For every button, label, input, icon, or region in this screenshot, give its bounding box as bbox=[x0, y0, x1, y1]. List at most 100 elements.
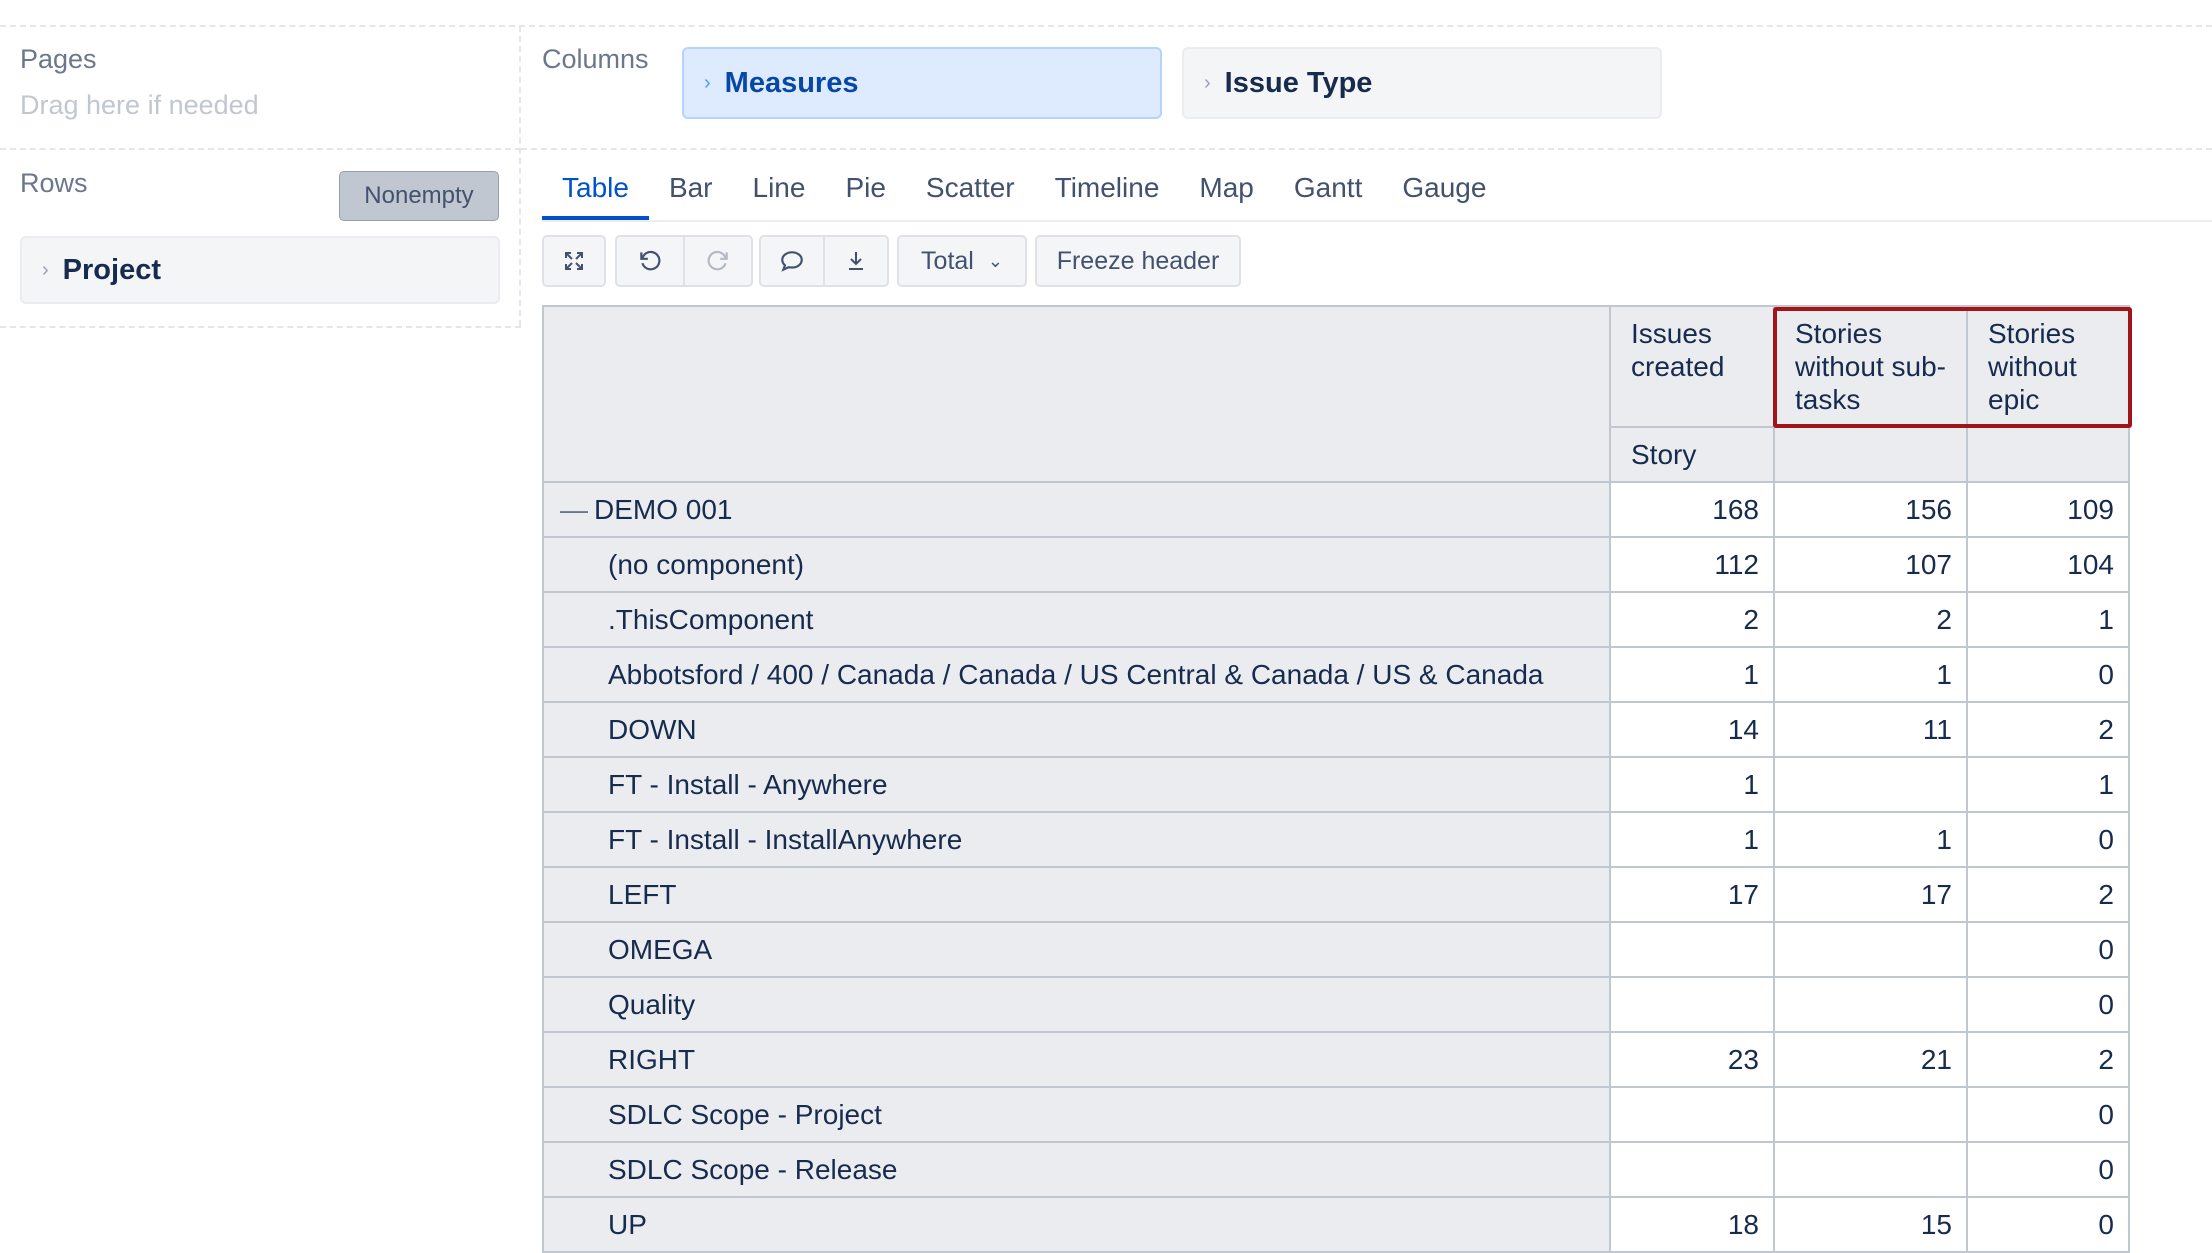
table-cell[interactable]: 2 bbox=[1609, 591, 1775, 648]
row-header[interactable]: .ThisComponent bbox=[542, 591, 1611, 648]
table-cell[interactable]: 2 bbox=[1966, 701, 2130, 758]
column-subheader bbox=[1966, 426, 2130, 483]
table-cell[interactable]: 1 bbox=[1966, 756, 2130, 813]
table-cell[interactable]: 2 bbox=[1966, 866, 2130, 923]
header-row: Issues created Stories without sub-tasks… bbox=[542, 305, 2130, 483]
table-cell[interactable]: 104 bbox=[1966, 536, 2130, 593]
table-cell[interactable]: 1 bbox=[1773, 811, 1968, 868]
undo-button[interactable] bbox=[615, 235, 685, 287]
table-cell[interactable]: 0 bbox=[1966, 1196, 2130, 1253]
tab-table[interactable]: Table bbox=[542, 172, 649, 220]
table-cell[interactable] bbox=[1773, 921, 1968, 978]
table-cell[interactable]: 0 bbox=[1966, 976, 2130, 1033]
redo-button[interactable] bbox=[683, 235, 753, 287]
pill-label: Issue Type bbox=[1224, 66, 1373, 99]
export-button[interactable] bbox=[823, 235, 889, 287]
tab-scatter[interactable]: Scatter bbox=[906, 172, 1035, 220]
row-header[interactable]: Abbotsford / 400 / Canada / Canada / US … bbox=[542, 646, 1611, 703]
collapse-icon[interactable]: — bbox=[560, 494, 588, 525]
nonempty-button[interactable]: Nonempty bbox=[339, 171, 499, 221]
table-cell[interactable]: 1 bbox=[1609, 811, 1775, 868]
tab-timeline[interactable]: Timeline bbox=[1035, 172, 1180, 220]
table-cell[interactable]: 112 bbox=[1609, 536, 1775, 593]
column-header[interactable]: Issues created bbox=[1609, 305, 1775, 428]
table-cell[interactable]: 18 bbox=[1609, 1196, 1775, 1253]
table-cell[interactable] bbox=[1773, 976, 1968, 1033]
table-corner bbox=[542, 305, 1611, 483]
table-cell[interactable] bbox=[1609, 1141, 1775, 1198]
table-cell[interactable]: 0 bbox=[1966, 1086, 2130, 1143]
row-label: SDLC Scope - Release bbox=[608, 1153, 898, 1185]
row-header[interactable]: SDLC Scope - Release bbox=[542, 1141, 1611, 1198]
tab-line[interactable]: Line bbox=[733, 172, 826, 220]
row-header[interactable]: SDLC Scope - Project bbox=[542, 1086, 1611, 1143]
table-cell[interactable]: 23 bbox=[1609, 1031, 1775, 1088]
table-cell[interactable]: 15 bbox=[1773, 1196, 1968, 1253]
table-cell[interactable]: 14 bbox=[1609, 701, 1775, 758]
row-header[interactable]: (no component) bbox=[542, 536, 1611, 593]
table-cell[interactable] bbox=[1773, 756, 1968, 813]
table-cell[interactable] bbox=[1609, 921, 1775, 978]
table-cell[interactable]: 0 bbox=[1966, 1141, 2130, 1198]
measures-dimension-pill[interactable]: › Measures bbox=[682, 47, 1162, 119]
issue-type-dimension-pill[interactable]: › Issue Type bbox=[1182, 47, 1662, 119]
row-header[interactable]: — DEMO 001 bbox=[542, 481, 1611, 538]
row-label: UP bbox=[608, 1208, 647, 1240]
table-cell[interactable]: 2 bbox=[1773, 591, 1968, 648]
table-cell[interactable]: 2 bbox=[1966, 1031, 2130, 1088]
fullscreen-button[interactable] bbox=[542, 235, 606, 287]
table-cell[interactable]: 109 bbox=[1966, 481, 2130, 538]
tab-pie[interactable]: Pie bbox=[825, 172, 905, 220]
row-header[interactable]: FT - Install - Anywhere bbox=[542, 756, 1611, 813]
table-cell[interactable]: 0 bbox=[1966, 646, 2130, 703]
table-cell[interactable] bbox=[1609, 1086, 1775, 1143]
table-cell[interactable]: 0 bbox=[1966, 811, 2130, 868]
tab-map[interactable]: Map bbox=[1179, 172, 1273, 220]
column-header[interactable]: Stories without epic bbox=[1966, 305, 2130, 428]
row-header[interactable]: RIGHT bbox=[542, 1031, 1611, 1088]
table-cell[interactable]: 1 bbox=[1609, 646, 1775, 703]
row-label: OMEGA bbox=[608, 933, 713, 965]
column-header[interactable]: Stories without sub-tasks bbox=[1773, 305, 1968, 428]
row-header[interactable]: OMEGA bbox=[542, 921, 1611, 978]
total-dropdown[interactable]: Total ⌄ bbox=[897, 235, 1027, 287]
report-table: Issues created Stories without sub-tasks… bbox=[542, 305, 2130, 1253]
freeze-header-button[interactable]: Freeze header bbox=[1035, 235, 1241, 287]
row-label: LEFT bbox=[608, 878, 677, 910]
table-cell[interactable]: 168 bbox=[1609, 481, 1775, 538]
row-label: DEMO 001 bbox=[594, 493, 733, 525]
row-header[interactable]: LEFT bbox=[542, 866, 1611, 923]
table-cell[interactable]: 21 bbox=[1773, 1031, 1968, 1088]
table-cell[interactable]: 0 bbox=[1966, 921, 2130, 978]
row-header[interactable]: FT - Install - InstallAnywhere bbox=[542, 811, 1611, 868]
table-cell[interactable] bbox=[1773, 1141, 1968, 1198]
table-cell[interactable]: 1 bbox=[1609, 756, 1775, 813]
table-cell[interactable]: 17 bbox=[1773, 866, 1968, 923]
total-label: Total bbox=[921, 246, 974, 275]
table-row: FT - Install - Anywhere 1 1 bbox=[542, 756, 2130, 813]
rows-title: Rows bbox=[20, 168, 88, 198]
tab-gauge[interactable]: Gauge bbox=[1382, 172, 1506, 220]
table-cell[interactable] bbox=[1773, 1086, 1968, 1143]
table-row: RIGHT 23 21 2 bbox=[542, 1031, 2130, 1088]
table-row: SDLC Scope - Project 0 bbox=[542, 1086, 2130, 1143]
comment-button[interactable] bbox=[759, 235, 825, 287]
table-cell[interactable]: 17 bbox=[1609, 866, 1775, 923]
table-cell[interactable] bbox=[1609, 976, 1775, 1033]
project-dimension-pill[interactable]: › Project bbox=[20, 236, 500, 304]
table-cell[interactable]: 1 bbox=[1773, 646, 1968, 703]
pages-drop-hint[interactable]: Drag here if needed bbox=[20, 90, 259, 121]
table-cell[interactable]: 107 bbox=[1773, 536, 1968, 593]
tab-bar[interactable]: Bar bbox=[649, 172, 733, 220]
table-cell[interactable]: 11 bbox=[1773, 701, 1968, 758]
column-subheader[interactable]: Story bbox=[1609, 426, 1775, 483]
tab-gantt[interactable]: Gantt bbox=[1274, 172, 1382, 220]
row-header[interactable]: DOWN bbox=[542, 701, 1611, 758]
table-cell[interactable]: 1 bbox=[1966, 591, 2130, 648]
view-tabs: Table Bar Line Pie Scatter Timeline Map … bbox=[542, 172, 1506, 222]
column-subheader bbox=[1773, 426, 1968, 483]
row-header[interactable]: UP bbox=[542, 1196, 1611, 1253]
row-header[interactable]: Quality bbox=[542, 976, 1611, 1033]
table-cell[interactable]: 156 bbox=[1773, 481, 1968, 538]
expand-icon bbox=[562, 249, 586, 273]
